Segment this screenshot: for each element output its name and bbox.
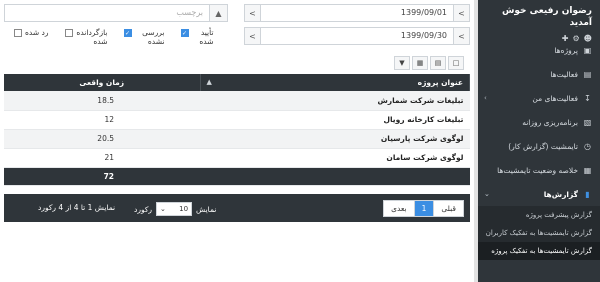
records-label: رکورد	[134, 204, 153, 214]
page-number-button[interactable]: 1	[413, 201, 434, 216]
welcome-text: رضوان رفیعی خوش آمدید	[501, 6, 592, 28]
sidebar-item-timesheet-summary[interactable]: خلاصه وضعیت تایمشیت‌ها ▦	[478, 158, 600, 182]
checkbox-returned-label: بازگردانده شده	[76, 28, 108, 46]
sidebar-item-projects[interactable]: پروژه‌ها ▣	[478, 38, 600, 62]
next-date-to-button[interactable]: <	[453, 28, 469, 44]
checkbox-returned[interactable]: بازگردانده شده	[64, 28, 108, 46]
table-toolbar: ▼ ▦ ▤ □	[394, 56, 464, 70]
checkbox-returned-box[interactable]	[64, 29, 73, 37]
sidebar-header: رضوان رفیعی خوش آمدید ✚ ⚙ ☻	[478, 0, 600, 43]
sidebar-item-daily-plan[interactable]: برنامه‌ریزی روزانه ▧	[478, 110, 600, 134]
cell-hours: 18.5	[4, 91, 200, 111]
checkbox-unreviewed-box[interactable]: ✓	[123, 29, 132, 37]
tasks-icon: ▤	[583, 69, 592, 79]
sidebar-subitem-by-project[interactable]: گزارش تایمشیت‌ها به تفکیک پروژه	[478, 242, 600, 260]
chevron-down-icon: ⌄	[160, 205, 166, 213]
tag-input[interactable]: برچسب	[5, 5, 209, 21]
checkbox-approved-box[interactable]: ✓	[180, 29, 189, 37]
tag-icon: ▲	[209, 5, 227, 21]
cell-hours: 12	[4, 110, 200, 130]
sort-icon[interactable]: ▲	[207, 78, 212, 86]
date-to-field[interactable]: < 1399/09/30 <	[244, 27, 470, 45]
cell-title: تبلیغات کارخانه رویال	[200, 110, 470, 130]
checkbox-unreviewed[interactable]: ✓ بررسی نشده	[123, 28, 165, 46]
cell-title: تبلیغات شرکت شمارش	[200, 91, 470, 111]
filter-icon[interactable]: ▼	[394, 56, 410, 70]
sidebar-item-reports[interactable]: ⌄ گزارش‌ها ▮	[478, 182, 600, 206]
date-from-field[interactable]: < 1399/09/01 <	[244, 4, 470, 22]
checkbox-rejected-box[interactable]	[14, 29, 22, 37]
sidebar-item-label: خلاصه وضعیت تایمشیت‌ها	[497, 165, 578, 175]
sidebar-item-label: فعالیت‌های من	[532, 93, 578, 103]
show-label: نمایش	[196, 204, 217, 214]
cell-total-title	[200, 167, 470, 186]
cell-total-hours: 72	[4, 167, 200, 186]
date-from-value[interactable]: 1399/09/01	[261, 5, 453, 21]
cell-hours: 20.5	[4, 129, 200, 149]
table-total-row: 72	[4, 167, 470, 186]
checkbox-unreviewed-label: بررسی نشده	[142, 28, 165, 46]
sidebar-item-label: برنامه‌ریزی روزانه	[522, 117, 578, 127]
status-filters: رد شده بازگردانده شده ✓ بررسی نشده ✓ تأی…	[14, 28, 214, 46]
chevron-left-icon: ‹	[484, 94, 487, 102]
records-info: نمایش 1 تا 4 از 4 رکورد	[38, 203, 116, 212]
pagination: بعدی 1 قبلی	[383, 200, 464, 217]
file-icon: ▮	[585, 189, 590, 199]
table-row[interactable]: 12 تبلیغات کارخانه رویال	[4, 110, 470, 130]
prev-date-to-button[interactable]: <	[245, 28, 261, 44]
report-table: زمان واقعی ▲ عنوان پروژه 18.5 تبلیغات شر…	[4, 74, 470, 186]
column-header-hours[interactable]: زمان واقعی	[4, 74, 201, 91]
sidebar-item-timesheet[interactable]: تایمشیت (گزارش کار) ◷	[478, 134, 600, 158]
page-size-select[interactable]: ⌄ 10	[156, 202, 193, 216]
sidebar-item-label: تایمشیت (گزارش کار)	[508, 141, 578, 151]
layout-icon[interactable]: ▤	[430, 56, 446, 70]
checkbox-rejected-label: رد شده	[25, 28, 49, 37]
reports-submenu: گزارش پیشرفت پروژه گزارش تایمشیت‌ها به ت…	[478, 206, 600, 260]
date-to-value[interactable]: 1399/09/30	[261, 28, 453, 44]
next-date-button[interactable]: <	[453, 5, 469, 21]
prev-date-button[interactable]: <	[245, 5, 261, 21]
clock-icon: ◷	[584, 141, 591, 151]
table-row[interactable]: 21 لوگوی شرکت سامان	[4, 148, 470, 168]
sidebar-item-label: فعالیت‌ها	[550, 69, 578, 79]
column-header-title-label: عنوان پروژه	[417, 78, 463, 87]
page-size-control: رکورد ⌄ 10 نمایش	[134, 202, 216, 216]
table-icon: ▦	[583, 165, 592, 175]
sidebar-item-my-activities[interactable]: ‹ فعالیت‌های من ↧	[478, 86, 600, 110]
column-header-title[interactable]: ▲ عنوان پروژه	[200, 74, 470, 91]
briefcase-icon: ▣	[583, 45, 592, 55]
next-page-button[interactable]: بعدی	[384, 201, 414, 216]
sidebar-subitem-progress[interactable]: گزارش پیشرفت پروژه	[478, 206, 600, 224]
cell-title: لوگوی شرکت پارسیان	[200, 129, 470, 149]
columns-icon[interactable]: ▦	[412, 56, 428, 70]
table-footer: نمایش 1 تا 4 از 4 رکورد رکورد ⌄ 10 نمایش…	[4, 194, 470, 222]
main-content: < 1399/09/01 < برچسب ▲ < 1399/09/30 < رد…	[0, 0, 474, 282]
export-icon[interactable]: □	[448, 56, 464, 70]
tag-field[interactable]: برچسب ▲	[4, 4, 228, 22]
sidebar-subitem-by-users[interactable]: گزارش تایمشیت‌ها به تفکیک کاربران	[478, 224, 600, 242]
table-row[interactable]: 20.5 لوگوی شرکت پارسیان	[4, 129, 470, 149]
download-icon: ↧	[584, 93, 591, 103]
table-header-row: زمان واقعی ▲ عنوان پروژه	[4, 74, 470, 91]
page-size-value: 10	[179, 205, 189, 213]
chevron-down-icon: ⌄	[484, 190, 490, 198]
table-row[interactable]: 18.5 تبلیغات شرکت شمارش	[4, 91, 470, 111]
sidebar-item-label: گزارش‌ها	[543, 189, 578, 199]
checkbox-rejected[interactable]: رد شده	[14, 28, 49, 46]
checkbox-approved[interactable]: ✓ تأیید شده	[180, 28, 214, 46]
sidebar: رضوان رفیعی خوش آمدید ✚ ⚙ ☻ پروژه‌ها ▣ ف…	[474, 0, 600, 282]
calendar-icon: ▧	[583, 117, 592, 127]
prev-page-button[interactable]: قبلی	[433, 201, 463, 216]
sidebar-item-label: پروژه‌ها	[554, 45, 578, 55]
checkbox-approved-label: تأیید شده	[199, 28, 214, 46]
sidebar-item-activities[interactable]: فعالیت‌ها ▤	[478, 62, 600, 86]
cell-hours: 21	[4, 148, 200, 168]
cell-title: لوگوی شرکت سامان	[200, 148, 470, 168]
